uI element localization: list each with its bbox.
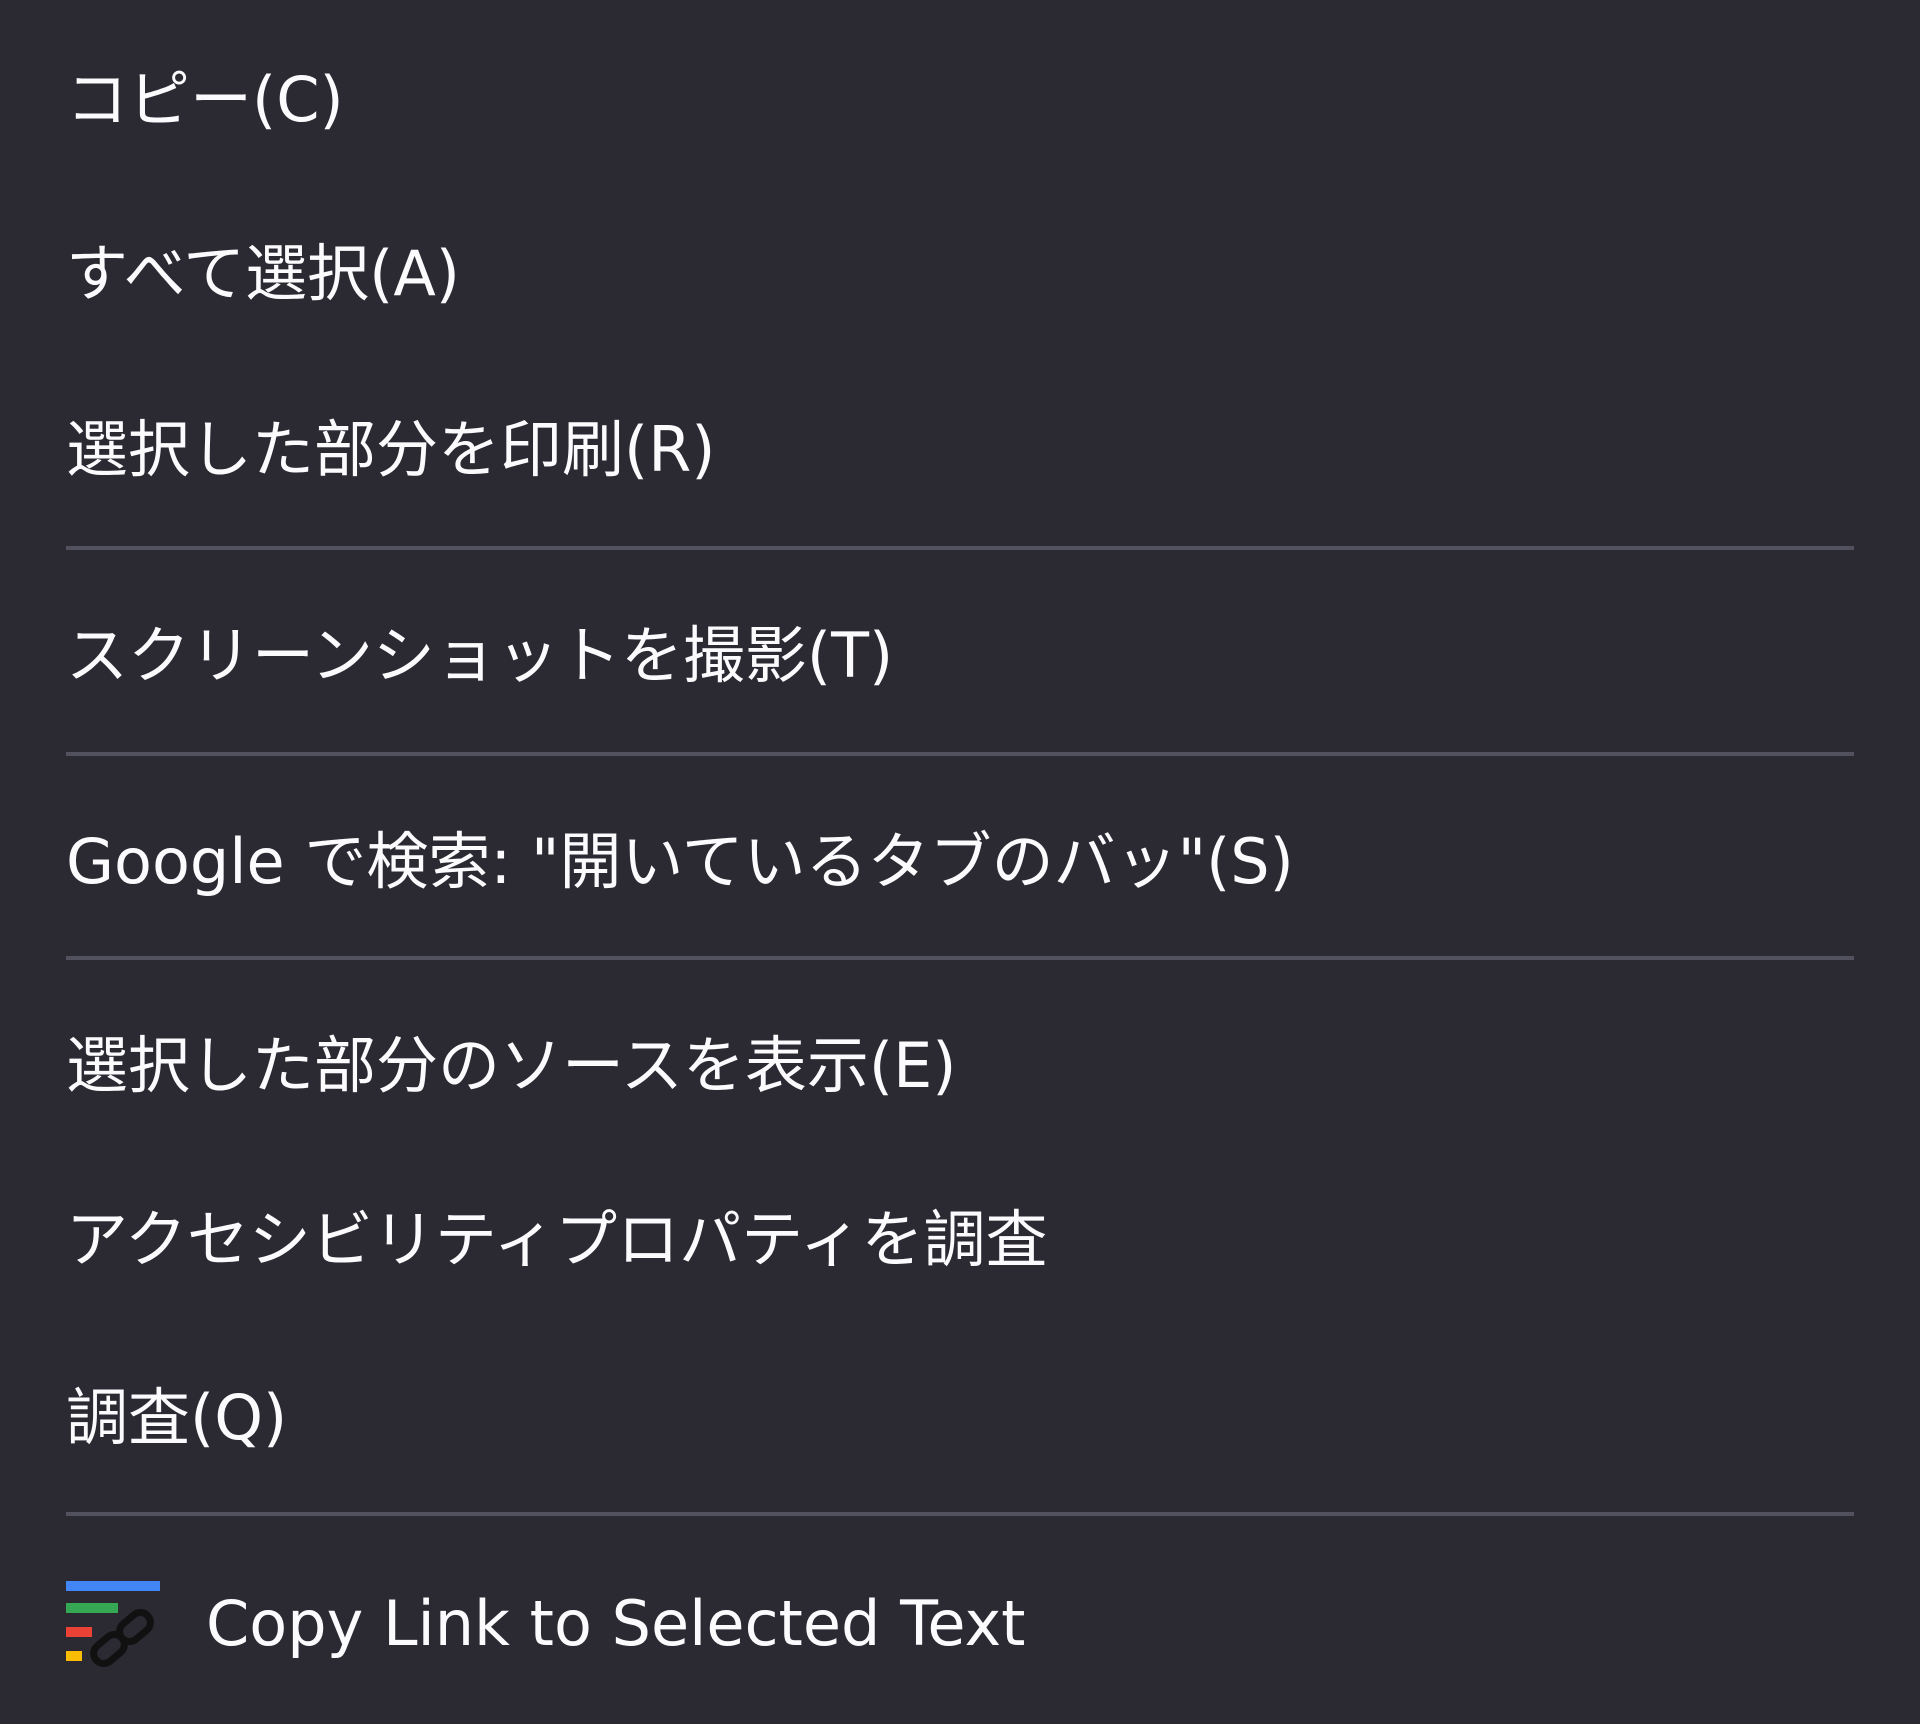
menu-separator <box>66 956 1854 960</box>
menu-item-view-selection-source[interactable]: 選択した部分のソースを表示(E) <box>66 1006 1854 1126</box>
menu-item-inspect[interactable]: 調査(Q) <box>66 1358 1854 1478</box>
menu-separator <box>66 546 1854 550</box>
menu-item-search-google[interactable]: Google で検索: "開いているタブのバッ"(S) <box>66 802 1854 922</box>
menu-item-label: すべて選択(A) <box>66 237 460 310</box>
menu-item-label: 選択した部分を印刷(R) <box>66 413 716 486</box>
menu-separator <box>66 752 1854 756</box>
menu-item-copy-link-to-text[interactable]: Copy Link to Selected Text <box>66 1564 1854 1684</box>
menu-item-label: Copy Link to Selected Text <box>206 1587 1026 1660</box>
menu-item-print-selection[interactable]: 選択した部分を印刷(R) <box>66 390 1854 510</box>
menu-item-label: 選択した部分のソースを表示(E) <box>66 1029 957 1102</box>
menu-item-label: 調査(Q) <box>66 1381 288 1454</box>
menu-item-label: アクセシビリティプロパティを調査 <box>66 1203 1048 1276</box>
menu-separator <box>66 1512 1854 1516</box>
menu-item-inspect-accessibility[interactable]: アクセシビリティプロパティを調査 <box>66 1180 1854 1300</box>
menu-item-label: スクリーンショットを撮影(T) <box>66 619 894 692</box>
menu-item-label: Google で検索: "開いているタブのバッ"(S) <box>66 825 1294 898</box>
menu-item-label: コピー(C) <box>66 63 344 136</box>
menu-item-copy[interactable]: コピー(C) <box>66 40 1854 160</box>
menu-item-take-screenshot[interactable]: スクリーンショットを撮影(T) <box>66 596 1854 716</box>
link-to-text-icon <box>66 1581 160 1667</box>
context-menu: コピー(C) すべて選択(A) 選択した部分を印刷(R) スクリーンショットを撮… <box>0 0 1920 1724</box>
menu-item-select-all[interactable]: すべて選択(A) <box>66 214 1854 334</box>
